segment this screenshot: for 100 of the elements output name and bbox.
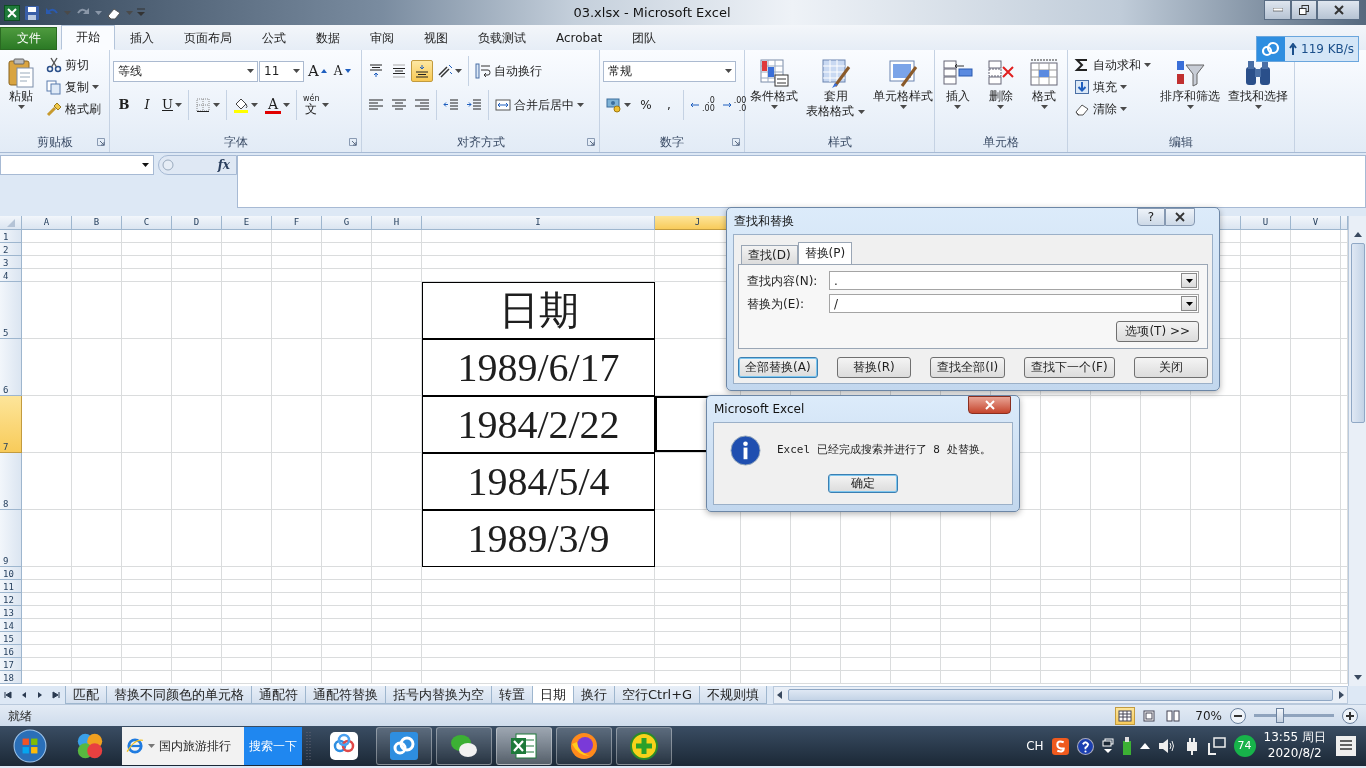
sheet-cell[interactable] — [1291, 580, 1341, 593]
sheet-cell[interactable] — [172, 396, 222, 453]
sheet-cell[interactable] — [422, 671, 655, 684]
sheet-cell[interactable] — [791, 619, 841, 632]
close-button[interactable] — [968, 396, 1011, 414]
sheet-cell[interactable] — [122, 580, 172, 593]
sheet-cell[interactable] — [172, 510, 222, 567]
font-name-field[interactable]: 等线 — [113, 60, 258, 82]
row-header[interactable]: 10 — [0, 567, 22, 580]
dialog-button[interactable]: 关闭 — [1134, 357, 1208, 378]
customize-icon[interactable] — [137, 7, 145, 18]
sheet-cell[interactable] — [322, 243, 372, 256]
sheet-cell[interactable] — [1191, 567, 1241, 580]
sheet-cell[interactable] — [72, 632, 122, 645]
dialog-button[interactable]: 查找全部(I) — [930, 357, 1006, 378]
sheet-tab[interactable]: 换行 — [573, 686, 615, 704]
sheet-cell[interactable] — [1241, 269, 1291, 282]
sheet-cell[interactable] — [322, 632, 372, 645]
ribbon-button[interactable]: 填充 — [1071, 76, 1154, 98]
sheet-cell[interactable] — [1091, 671, 1141, 684]
sheet-cell[interactable] — [655, 671, 741, 684]
sheet-cell[interactable] — [172, 282, 222, 339]
sheet-cell[interactable] — [1041, 658, 1091, 671]
sheet-cell[interactable] — [22, 510, 72, 567]
row-header[interactable]: 7 — [0, 396, 22, 453]
font-size-button[interactable]: A — [305, 60, 330, 82]
sheet-cell[interactable] — [22, 453, 72, 510]
sheet-cell[interactable] — [372, 243, 422, 256]
ribbon-button[interactable]: 条件格式 — [748, 54, 800, 132]
sheet-cell[interactable] — [1241, 619, 1291, 632]
show-hidden-icon[interactable] — [1139, 743, 1150, 749]
sheet-cell[interactable] — [1141, 606, 1191, 619]
sheet-cell[interactable] — [172, 580, 222, 593]
sheet-cell[interactable] — [655, 606, 741, 619]
sheet-cell[interactable] — [1041, 453, 1091, 510]
sheet-cell[interactable] — [941, 606, 991, 619]
sheet-cell[interactable] — [172, 619, 222, 632]
sheet-cell[interactable] — [841, 645, 891, 658]
sheet-cell[interactable] — [172, 567, 222, 580]
sheet-cell[interactable] — [422, 632, 655, 645]
sheet-cell[interactable] — [72, 671, 122, 684]
sheet-cell[interactable] — [1141, 567, 1191, 580]
sheet-cell[interactable] — [22, 396, 72, 453]
sheet-cell[interactable] — [122, 645, 172, 658]
sheet-cell[interactable] — [272, 510, 322, 567]
sheet-cell[interactable] — [422, 243, 655, 256]
sheet-cell[interactable] — [655, 567, 741, 580]
sheet-cell[interactable] — [272, 396, 322, 453]
sheet-cell[interactable] — [322, 593, 372, 606]
sheet-cell[interactable] — [791, 606, 841, 619]
sheet-cell[interactable] — [122, 606, 172, 619]
sheet-cell[interactable] — [1291, 671, 1341, 684]
minimize-button[interactable] — [1264, 0, 1291, 20]
sheet-cell[interactable] — [172, 230, 222, 243]
sheet-cell[interactable] — [941, 567, 991, 580]
sheet-cell[interactable] — [655, 658, 741, 671]
sheet-cell[interactable] — [22, 658, 72, 671]
sheet-cell[interactable] — [122, 243, 172, 256]
sheet-cell[interactable] — [1141, 645, 1191, 658]
sheet-cell[interactable] — [1091, 606, 1141, 619]
sheet-cell[interactable] — [1291, 619, 1341, 632]
sheet-cell[interactable] — [841, 606, 891, 619]
sheet-cell[interactable] — [22, 632, 72, 645]
sheet-cell[interactable] — [72, 619, 122, 632]
dialog-launcher-icon[interactable] — [587, 138, 595, 146]
sheet-cell[interactable] — [991, 619, 1041, 632]
sheet-cell[interactable] — [1041, 619, 1091, 632]
sheet-cell[interactable] — [1191, 510, 1241, 567]
sheet-cell[interactable] — [1241, 256, 1291, 269]
sheet-cell[interactable] — [655, 580, 741, 593]
ribbon-tab[interactable]: 公式 — [247, 27, 301, 50]
sheet-cell[interactable] — [22, 339, 72, 396]
zoom-in-button[interactable] — [1342, 707, 1358, 724]
sheet-cell[interactable] — [172, 593, 222, 606]
save-icon[interactable] — [24, 4, 40, 21]
sheet-cell[interactable] — [1291, 339, 1341, 396]
sheet-cell[interactable] — [1041, 396, 1091, 453]
sheet-cell[interactable] — [991, 567, 1041, 580]
column-header[interactable]: C — [122, 216, 172, 230]
speaker-icon[interactable] — [1157, 738, 1176, 754]
sheet-cell[interactable] — [322, 619, 372, 632]
sheet-cell[interactable] — [841, 632, 891, 645]
row-header[interactable]: 5 — [0, 282, 22, 339]
column-header[interactable]: I — [422, 216, 655, 230]
sheet-cell[interactable] — [172, 671, 222, 684]
sheet-cell[interactable] — [322, 510, 372, 567]
ribbon-button[interactable]: 自动求和 — [1071, 54, 1154, 76]
taskbar-app[interactable] — [436, 727, 492, 765]
sheet-cell[interactable] — [1141, 580, 1191, 593]
sheet-cell[interactable] — [1141, 396, 1191, 453]
sheet-cell[interactable] — [222, 243, 272, 256]
sheet-cell[interactable] — [741, 645, 791, 658]
sheet-cell[interactable] — [222, 606, 272, 619]
dialog-tab[interactable]: 查找(D) — [741, 245, 798, 265]
sheet-cell[interactable] — [72, 396, 122, 453]
sheet-cell[interactable] — [272, 269, 322, 282]
sheet-cell[interactable] — [372, 593, 422, 606]
phonetic-button[interactable]: wén 文 — [299, 94, 332, 116]
ribbon-tab[interactable]: 页面布局 — [169, 27, 247, 50]
sheet-cell[interactable] — [322, 567, 372, 580]
